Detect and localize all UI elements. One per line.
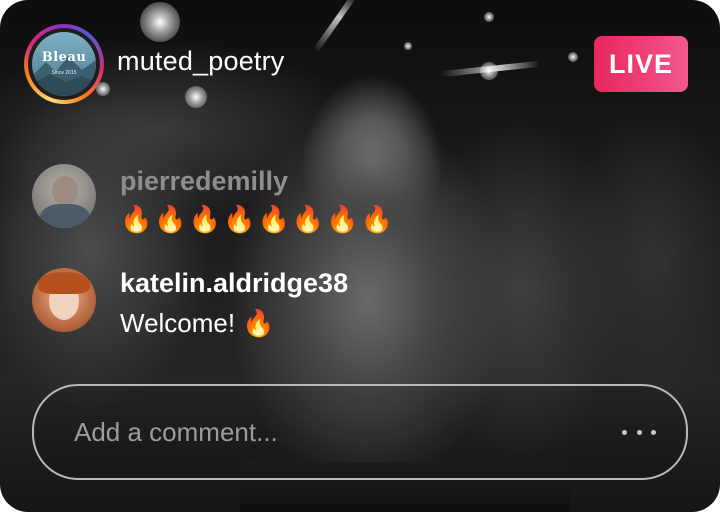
comment-input[interactable] xyxy=(72,414,596,450)
more-horizontal-icon[interactable] xyxy=(622,424,656,440)
live-badge: LIVE xyxy=(594,36,688,92)
comment-username[interactable]: katelin.aldridge38 xyxy=(120,268,348,299)
host-avatar[interactable]: Bleau Since 2015 xyxy=(24,24,104,104)
commenter-avatar[interactable] xyxy=(32,268,96,332)
host-username[interactable]: muted_poetry xyxy=(117,46,285,77)
bleau-logo: Bleau Since 2015 xyxy=(32,32,96,96)
comment-text: 🔥🔥🔥🔥🔥🔥🔥🔥 xyxy=(120,204,395,234)
comment-text: Welcome! 🔥 xyxy=(120,308,275,338)
comment-username[interactable]: pierredemilly xyxy=(120,166,288,197)
commenter-avatar[interactable] xyxy=(32,164,96,228)
comment-composer xyxy=(32,384,688,480)
live-stream-view: Bleau Since 2015 muted_poetry LIVE pierr… xyxy=(0,0,720,512)
